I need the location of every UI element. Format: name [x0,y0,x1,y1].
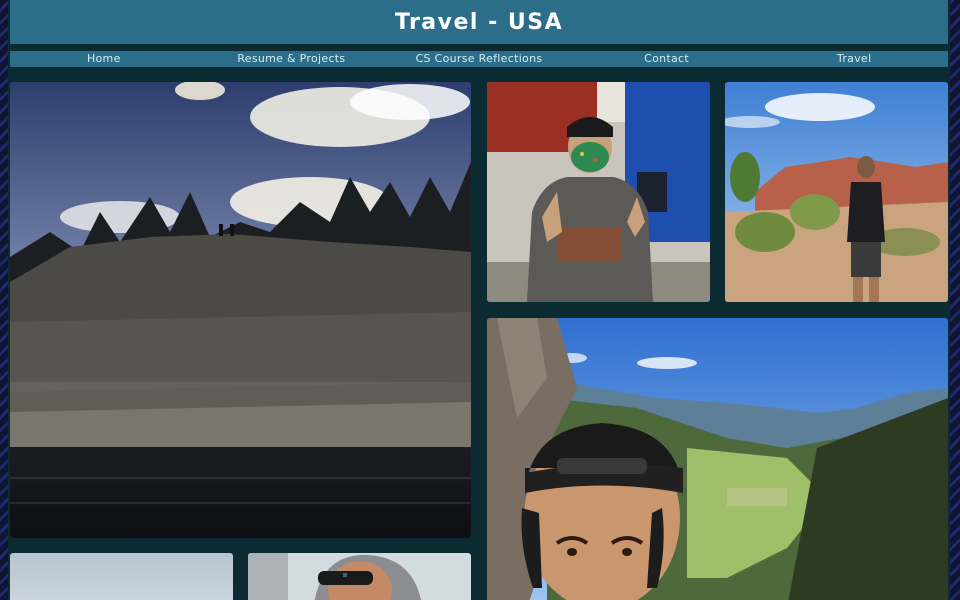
nav-link-cs-course-reflections[interactable]: CS Course Reflections [385,51,573,67]
photo-mountain-selfie[interactable] [487,318,948,600]
photo-hooded-person[interactable] [248,553,471,600]
mountain-selfie-image [487,318,948,600]
photo-lake-cliff[interactable] [10,82,471,538]
snowy-sky-image [10,553,233,600]
page: Travel - USA Home Resume & Projects CS C… [8,0,950,600]
nav-link-travel[interactable]: Travel [760,51,948,67]
desert-rocks-image [725,82,948,302]
hooded-person-image [248,553,471,600]
lake-cliff-image [10,82,471,538]
masked-person-image [487,82,710,302]
photo-masked-person-gym[interactable] [487,82,710,302]
site-header: Travel - USA [10,0,948,44]
photo-snowy-sky[interactable] [10,553,233,600]
photo-desert-rocks[interactable] [725,82,948,302]
nav-link-home[interactable]: Home [10,51,198,67]
nav-link-resume-projects[interactable]: Resume & Projects [198,51,386,67]
page-title: Travel - USA [394,9,564,35]
nav-bar: Home Resume & Projects CS Course Reflect… [10,51,948,67]
nav-link-contact[interactable]: Contact [573,51,761,67]
